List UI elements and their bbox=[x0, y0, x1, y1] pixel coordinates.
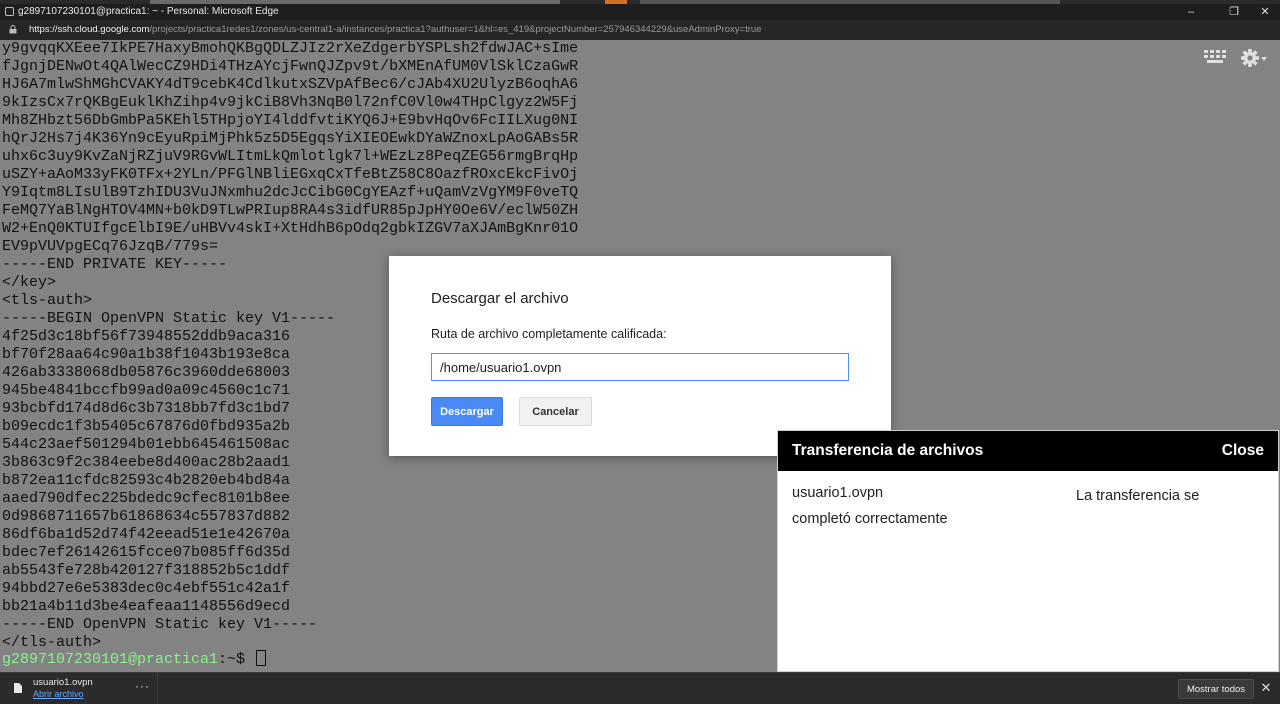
terminal-line: Mh8ZHbzt56DbGmbPa5KEhl5THpjoYI4lddfvtiKY… bbox=[2, 112, 579, 129]
terminal-line: bb21a4b11d3be4eafeaa1148556d9ecd bbox=[2, 598, 291, 615]
terminal-line: W2+EnQ0KTUIfgcElbI9E/uHBVv4skI+XtHdhB6pO… bbox=[2, 220, 579, 237]
terminal-line: 0d9868711657b61868634c557837d882 bbox=[2, 508, 291, 525]
terminal-cursor bbox=[256, 650, 267, 666]
terminal-line: uSZY+aAoM33yFK0TFx+2YLn/PFGlNBliEGxqCxTf… bbox=[2, 166, 579, 183]
terminal-prompt[interactable]: g2897107230101@practica1:~$ bbox=[2, 650, 267, 669]
cancel-button[interactable]: Cancelar bbox=[519, 397, 592, 426]
show-all-downloads-button[interactable]: Mostrar todos bbox=[1178, 679, 1254, 699]
open-file-link[interactable]: Abrir archivo bbox=[33, 689, 84, 699]
file-transfer-panel: Transferencia de archivos Close usuario1… bbox=[777, 430, 1279, 672]
dialog-title: Descargar el archivo bbox=[431, 290, 569, 307]
download-item[interactable]: usuario1.ovpn Abrir archivo ··· bbox=[0, 673, 158, 704]
more-options-icon[interactable]: ··· bbox=[135, 679, 150, 693]
terminal-line: 9kIzsCx7rQKBgEuklKhZihp4v9jkCiB8Vh3NqB0l… bbox=[2, 94, 579, 111]
url-text[interactable]: https://ssh.cloud.google.com/projects/pr… bbox=[29, 20, 761, 40]
file-path-label: Ruta de archivo completamente calificada… bbox=[431, 327, 667, 341]
maximize-button[interactable]: ❐ bbox=[1219, 4, 1249, 20]
terminal-line: y9gvqqKXEee7IkPE7HaxyBmohQKBgQDLZJIz2rXe… bbox=[2, 40, 579, 57]
terminal-line: 3b863c9f2c384eebe8d400ac28b2aad1 bbox=[2, 454, 291, 471]
terminal-line: 94bbd27e6e5383dec0c4ebf551c42a1f bbox=[2, 580, 291, 597]
address-bar[interactable]: https://ssh.cloud.google.com/projects/pr… bbox=[0, 20, 1280, 40]
prompt-path: :~$ bbox=[218, 651, 255, 668]
terminal-line: fJgnjDENwOt4QAlWecCZ9HDi4THzAYcjFwnQJZpv… bbox=[2, 58, 579, 75]
terminal-line: HJ6A7mlwShMGhCVAKY4dT9cebK4CdlkutxSZVpAf… bbox=[2, 76, 579, 93]
terminal-line: b872ea11cfdc82593c4b2820eb4bd84a bbox=[2, 472, 291, 489]
keyboard-icon[interactable] bbox=[1204, 50, 1226, 64]
terminal-line: ab5543fe728b420127f318852b5c1ddf bbox=[2, 562, 291, 579]
terminal-line: hQrJ2Hs7j4K36Yn9cEyuRpiMjPhk5z5D5EgqsYiX… bbox=[2, 130, 579, 147]
gear-icon[interactable] bbox=[1240, 47, 1268, 69]
file-icon bbox=[14, 683, 22, 693]
download-button[interactable]: Descargar bbox=[431, 397, 503, 426]
terminal-line: -----END OpenVPN Static key V1----- bbox=[2, 616, 318, 633]
terminal-line: bdec7ef26142615fcce07b085ff6d35d bbox=[2, 544, 291, 561]
file-path-input[interactable] bbox=[431, 353, 849, 381]
terminal-line: Y9Iqtm8LIsUlB9TzhIDU3VuJNxmhu2dcJcCibG0C… bbox=[2, 184, 579, 201]
transfer-panel-title: Transferencia de archivos bbox=[792, 442, 984, 459]
url-path: /projects/practica1redes1/zones/us-centr… bbox=[149, 24, 762, 35]
close-download-bar-icon[interactable]: ✕ bbox=[1260, 681, 1272, 695]
terminal-line: aaed790dfec225bdedc9cfec8101b8ee bbox=[2, 490, 291, 507]
transfer-close-button[interactable]: Close bbox=[1222, 442, 1264, 460]
window-title: g2897107230101@practica1: ~ - Personal: … bbox=[18, 6, 279, 17]
download-bar: usuario1.ovpn Abrir archivo ··· Mostrar … bbox=[0, 672, 1280, 704]
transfer-status: La transferencia se completó correctamen… bbox=[792, 488, 1200, 527]
terminal-line: EV9pVUVpgECq76JzqB/779s= bbox=[2, 238, 219, 255]
terminal-favicon-icon bbox=[5, 7, 14, 16]
title-bar: g2897107230101@practica1: ~ - Personal: … bbox=[0, 4, 1280, 20]
terminal-line: FeMQ7YaBlNgHTOV4MN+b0kD9TLwPRIup8RA4s3id… bbox=[2, 202, 579, 219]
terminal-line: 86df6ba1d52d74f42eead51e1e42670a bbox=[2, 526, 291, 543]
transfer-panel-header: Transferencia de archivos Close bbox=[778, 431, 1278, 471]
lock-icon bbox=[9, 25, 17, 34]
prompt-user: g2897107230101@practica1 bbox=[2, 651, 219, 668]
download-file-name: usuario1.ovpn bbox=[33, 677, 93, 688]
url-host: https://ssh.cloud.google.com bbox=[29, 24, 150, 35]
download-file-dialog: Descargar el archivo Ruta de archivo com… bbox=[389, 256, 891, 456]
minimize-button[interactable]: – bbox=[1176, 4, 1206, 20]
terminal-line: uhx6c3uy9KvZaNjRZjuV9RGvWLItmLkQmlotlgk7… bbox=[2, 148, 579, 165]
close-window-button[interactable]: ✕ bbox=[1250, 4, 1280, 20]
